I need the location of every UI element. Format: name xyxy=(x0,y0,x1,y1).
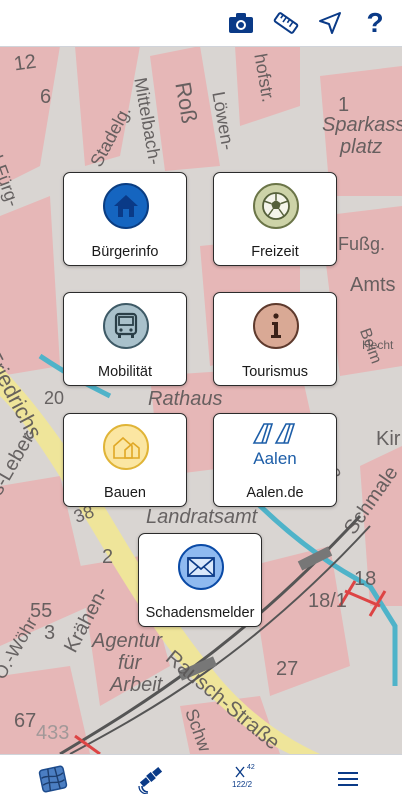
map-label: Rathaus xyxy=(148,388,223,410)
tile-label: Tourismus xyxy=(241,364,309,380)
map-label: Arbeit xyxy=(110,674,163,696)
bus-icon xyxy=(103,303,149,349)
tile-label: Mobilität xyxy=(98,364,152,380)
tile-mobilitaet[interactable]: Mobilität xyxy=(63,292,187,386)
map-label: platz xyxy=(340,136,383,158)
tile-schadensmelder[interactable]: Schadensmelder xyxy=(138,533,262,627)
parcel-sub-text: 42 xyxy=(247,764,255,771)
map-label: 12 xyxy=(12,50,38,76)
map-layers-icon[interactable] xyxy=(37,763,69,795)
map-label: Amts xyxy=(350,274,396,296)
parcel-text: 122/2 xyxy=(232,780,253,789)
tile-freizeit[interactable]: Freizeit xyxy=(213,172,337,266)
tile-bauen[interactable]: Bauen xyxy=(63,413,187,507)
map-label: 433 xyxy=(36,722,70,744)
ruler-icon[interactable] xyxy=(271,8,301,38)
map-label: 27 xyxy=(276,658,299,680)
map-label: Agentur xyxy=(92,630,163,652)
tile-label: Bauen xyxy=(104,485,146,501)
map-label: 6 xyxy=(40,86,52,108)
help-glyph: ? xyxy=(366,7,384,38)
top-toolbar: ? xyxy=(0,0,402,47)
satellite-icon[interactable] xyxy=(135,763,167,795)
aalen-logo xyxy=(252,422,300,444)
tile-aalen-de[interactable]: Aalen Aalen.de xyxy=(213,413,337,507)
map-label: 2 xyxy=(102,546,114,568)
menu-icon[interactable] xyxy=(332,763,364,795)
tile-label: Bürgerinfo xyxy=(91,244,159,260)
bottom-navigation: 42 122/2 xyxy=(0,754,402,801)
map-label: 18 xyxy=(354,568,377,590)
aalen-logo-text: Aalen xyxy=(253,449,297,468)
envelope-icon xyxy=(178,544,224,590)
football-icon xyxy=(253,183,299,229)
map-label: 3 xyxy=(44,622,56,644)
info-icon xyxy=(253,303,299,349)
map-label: Landratsamt xyxy=(146,506,258,528)
map-label: 67 xyxy=(14,710,37,732)
home-icon xyxy=(103,183,149,229)
map-label: 18/1 xyxy=(308,590,347,612)
tile-label: Aalen.de xyxy=(246,485,304,501)
tile-label: Freizeit xyxy=(251,244,299,260)
map-label: Sparkassen- xyxy=(322,114,402,136)
tile-buergerinfo[interactable]: Bürgerinfo xyxy=(63,172,187,266)
tile-label: Schadensmelder xyxy=(145,605,255,621)
tile-tourismus[interactable]: Tourismus xyxy=(213,292,337,386)
building-icon xyxy=(103,424,149,470)
help-icon[interactable]: ? xyxy=(360,7,390,38)
map-label: Fußg. xyxy=(338,234,386,254)
map-label: Kir xyxy=(376,428,401,450)
map-label: Hecht xyxy=(362,338,394,352)
map-label: 20 xyxy=(44,388,65,408)
parcel-number-icon[interactable]: 42 122/2 xyxy=(230,763,262,795)
location-arrow-icon[interactable] xyxy=(315,8,345,38)
map-label: für xyxy=(118,652,142,674)
camera-icon[interactable] xyxy=(226,8,256,38)
city-map[interactable]: 12 6 Carol-Fürg- Stadelg. Mittelbach- Ro… xyxy=(0,46,402,754)
